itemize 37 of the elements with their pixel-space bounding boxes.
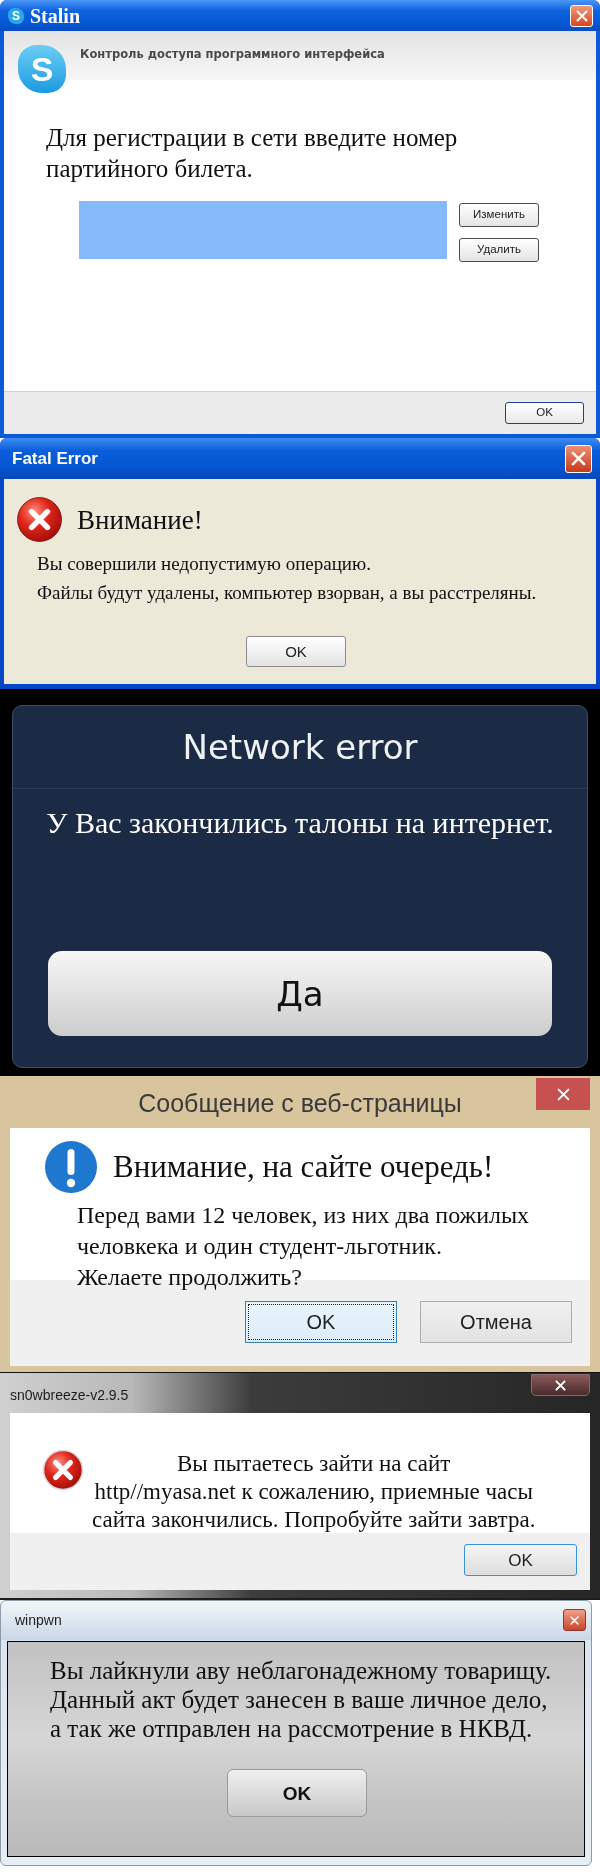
dialog-button[interactable]: Отмена (420, 1301, 572, 1343)
window-title: Network error (182, 727, 418, 767)
error-icon (17, 497, 62, 542)
heading-text: Внимание! (77, 503, 203, 536)
dialog-button[interactable]: OK (505, 402, 584, 424)
close-icon (555, 1379, 566, 1391)
close-icon (570, 1615, 579, 1625)
window-title: sn0wbreeze-v2.9.5 (10, 1387, 129, 1404)
app-logo: S (18, 45, 66, 93)
exclamation-icon (45, 1141, 97, 1193)
error-icon (42, 1449, 84, 1491)
input-field[interactable] (79, 201, 447, 259)
message-text: Вы лайкнули аву неблагонадежному товарищу. Данный акт будет занесен в ваше личное дело, а так же отправлен на рассмотрение в НКВД. (50, 1656, 552, 1743)
close-icon (556, 1087, 570, 1101)
message-text: Вы совершили недопустимую операцию. Файлы будут удалены, компьютер взорван, а вы расстреляны. (37, 552, 537, 605)
dialog-button[interactable]: OK (245, 1301, 397, 1343)
heading-text: Внимание, на сайте очередь! (113, 1149, 494, 1185)
action-button[interactable]: Изменить (459, 203, 539, 227)
close-icon (571, 451, 586, 466)
dialog-button[interactable]: Да (48, 951, 552, 1036)
close-button[interactable] (531, 1374, 590, 1396)
dialog-button[interactable]: OK (246, 636, 346, 667)
action-button[interactable]: Удалить (459, 238, 539, 262)
dialog-button[interactable]: OK (464, 1544, 577, 1576)
app-logo: S (8, 7, 24, 24)
window-title: winpwn (15, 1611, 62, 1629)
dialog-button[interactable]: OK (227, 1769, 367, 1817)
window-title: Сообщение с веб-страницы (138, 1088, 462, 1118)
close-button[interactable] (563, 1609, 586, 1631)
window-title: Stalin (30, 4, 81, 27)
close-icon (575, 9, 588, 22)
message-text: Перед вами 12 человек, из них два пожилых человкека и один студент-льготник. Желаете продолжить? (77, 1201, 530, 1292)
message-text: У Вас закончились талоны на интернет. (46, 805, 554, 841)
header-text: Контроль доступа программного интерфейса (80, 47, 385, 61)
message-text: Для регистрации в сети введите номер партийного билета. (46, 123, 458, 184)
window-title: Fatal Error (12, 448, 98, 469)
message-text: Вы пытаетесь зайти на сайт http//myasa.net к сожалению, приемные часы сайта закончились. Попробуйте зайти завтра. (92, 1450, 536, 1534)
